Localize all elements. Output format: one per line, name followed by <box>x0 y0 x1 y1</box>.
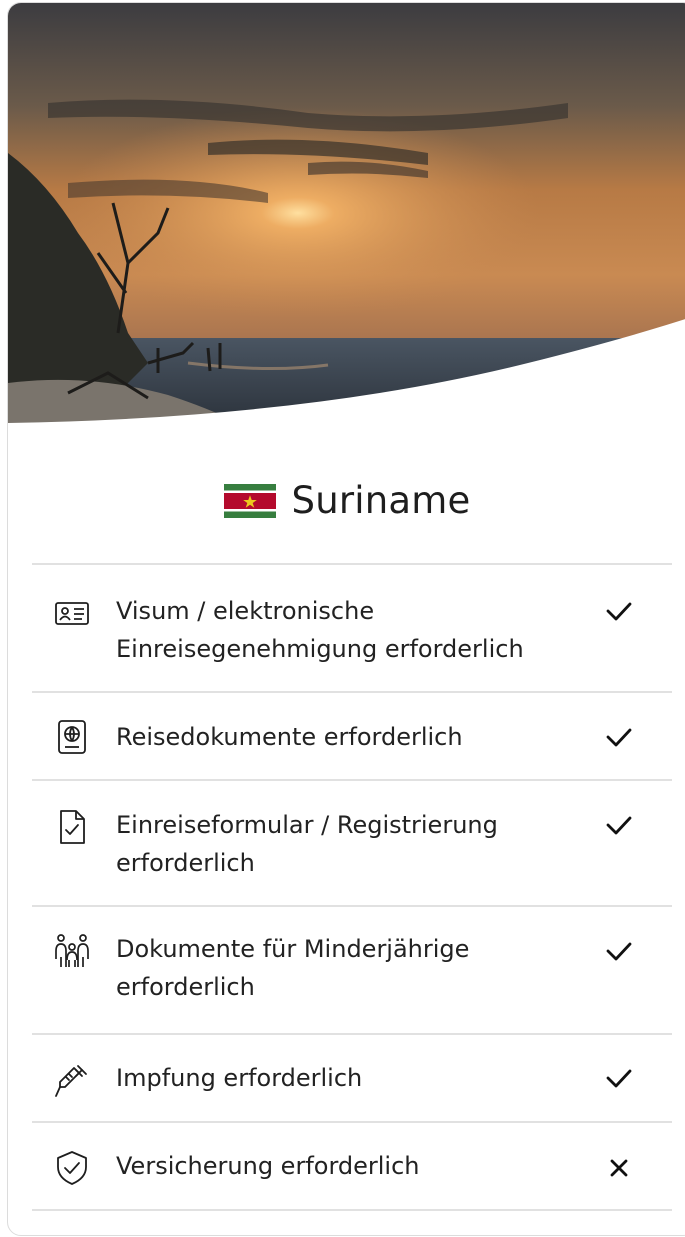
requirement-label: Visum / elektronische Einreisegenehmigun… <box>116 597 524 663</box>
check-icon <box>606 942 632 961</box>
check-icon <box>606 816 632 835</box>
check-icon <box>606 728 632 747</box>
family-icon <box>55 934 89 967</box>
requirement-row-minors: Dokumente für Minderjährige erforderlich <box>32 905 672 1033</box>
suriname-flag-icon <box>223 483 276 518</box>
check-icon <box>606 602 632 621</box>
requirement-row-insurance: Versicherung erforderlich <box>32 1121 672 1211</box>
requirement-row-visa: Visum / elektronische Einreisegenehmigun… <box>32 563 672 691</box>
requirement-label: Reisedokumente erforderlich <box>116 723 463 751</box>
requirement-label: Impfung erforderlich <box>116 1064 363 1092</box>
requirement-label: Versicherung erforderlich <box>116 1152 420 1180</box>
requirement-label: Einreiseformular / Registrierung erforde… <box>116 811 498 877</box>
passport-icon <box>58 720 86 754</box>
check-icon <box>606 1069 632 1088</box>
requirement-label: Dokumente für Minderjährige erforderlich <box>116 935 470 1001</box>
cross-icon <box>610 1159 628 1177</box>
syringe-icon <box>55 1065 87 1097</box>
destination-card: Suriname Visum / elektronische Einreiseg… <box>7 2 685 1236</box>
form-document-icon <box>60 810 85 844</box>
requirements-list: Visum / elektronische Einreisegenehmigun… <box>32 563 672 1211</box>
requirement-row-entry-form: Einreiseformular / Registrierung erforde… <box>32 779 672 905</box>
country-name: Suriname <box>291 479 471 522</box>
shield-check-icon <box>57 1151 87 1185</box>
hero-image <box>8 3 685 423</box>
requirement-row-vaccination: Impfung erforderlich <box>32 1033 672 1121</box>
id-card-icon <box>55 602 89 625</box>
requirement-row-documents: Reisedokumente erforderlich <box>32 691 672 779</box>
country-heading: Suriname <box>8 479 685 522</box>
